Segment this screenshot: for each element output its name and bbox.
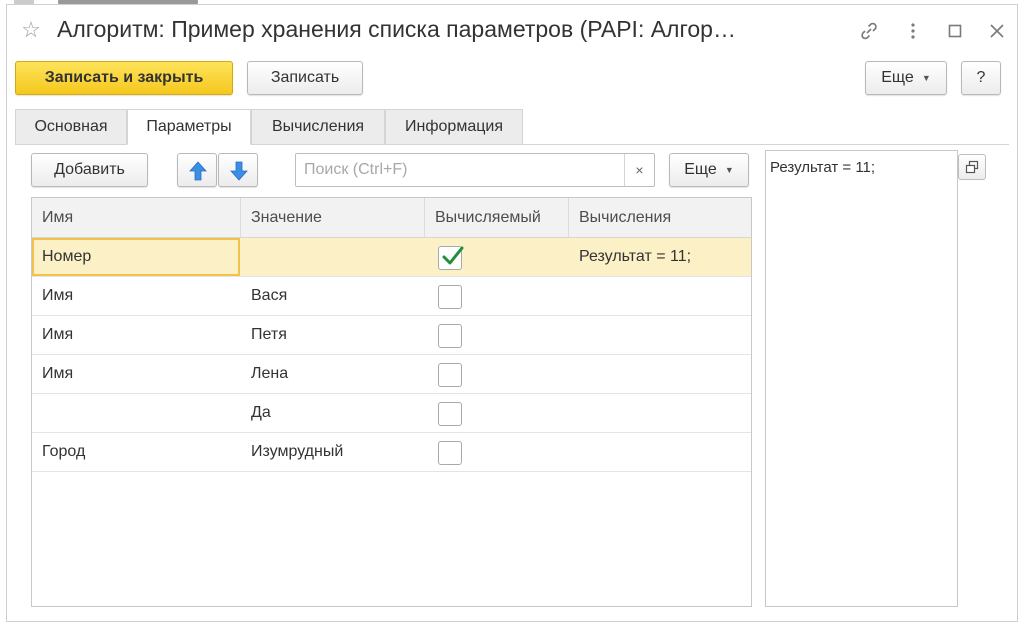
clear-search-button[interactable]: × — [624, 154, 654, 186]
table-more-menu-button[interactable]: Еще ▼ — [669, 153, 749, 187]
parameters-table: Имя Значение Вычисляемый Вычисления Номе… — [31, 197, 752, 607]
table-row[interactable]: Имя Лена — [32, 355, 751, 394]
column-header-calculations[interactable]: Вычисления — [569, 198, 753, 238]
table-row[interactable]: Номер Результат = 11; — [32, 238, 751, 277]
calculation-text: Результат = 11; — [770, 159, 876, 176]
check-icon — [442, 246, 464, 265]
move-up-button[interactable] — [177, 153, 217, 187]
tab-information[interactable]: Информация — [385, 109, 523, 145]
search-field: × — [295, 153, 655, 187]
cell-value[interactable]: Лена — [241, 355, 425, 393]
chevron-down-icon: ▼ — [724, 165, 734, 175]
cell-name[interactable]: Номер — [32, 238, 240, 276]
move-down-button[interactable] — [218, 153, 258, 187]
table-more-label: Еще — [684, 161, 717, 179]
more-menu-button[interactable]: Еще ▼ — [865, 61, 947, 95]
calculation-text-field[interactable]: Результат = 11; — [765, 150, 958, 607]
save-and-close-button[interactable]: Записать и закрыть — [15, 61, 233, 95]
more-vertical-icon[interactable] — [901, 19, 925, 43]
cell-value[interactable]: Да — [241, 394, 425, 432]
table-row[interactable]: Имя Петя — [32, 316, 751, 355]
cell-name[interactable]: Имя — [32, 355, 241, 393]
save-button[interactable]: Записать — [247, 61, 363, 95]
column-header-name[interactable]: Имя — [32, 198, 241, 238]
computed-checkbox[interactable] — [438, 402, 462, 426]
chevron-down-icon: ▼ — [921, 73, 931, 83]
cell-name[interactable]: Город — [32, 433, 241, 471]
computed-checkbox[interactable] — [438, 441, 462, 465]
column-header-value[interactable]: Значение — [241, 198, 425, 238]
link-icon[interactable] — [857, 19, 881, 43]
cell-calculations[interactable] — [569, 277, 753, 315]
table-header: Имя Значение Вычисляемый Вычисления — [32, 198, 751, 238]
table-row[interactable]: Город Изумрудный — [32, 433, 751, 472]
cell-name[interactable]: Имя — [32, 277, 241, 315]
computed-checkbox[interactable] — [438, 324, 462, 348]
tab-calculations[interactable]: Вычисления — [251, 109, 385, 145]
open-editor-button[interactable] — [958, 154, 986, 180]
cell-calculations[interactable] — [569, 394, 753, 432]
cell-value[interactable]: Вася — [241, 277, 425, 315]
cell-calculations[interactable]: Результат = 11; — [569, 238, 753, 276]
add-button[interactable]: Добавить — [31, 153, 148, 187]
arrow-up-icon — [189, 161, 207, 181]
arrow-down-icon — [230, 161, 248, 181]
computed-checkbox[interactable] — [438, 285, 462, 309]
cell-name[interactable]: Имя — [32, 316, 241, 354]
cell-value[interactable]: Изумрудный — [241, 433, 425, 471]
tab-main[interactable]: Основная — [15, 109, 127, 145]
table-row[interactable]: Да — [32, 394, 751, 433]
more-menu-label: Еще — [881, 69, 914, 87]
column-header-computed[interactable]: Вычисляемый — [425, 198, 569, 238]
title-bar: ☆ Алгоритм: Пример хранения списка парам… — [7, 5, 1017, 57]
cell-name[interactable] — [32, 394, 241, 432]
search-input[interactable] — [296, 154, 626, 186]
window-title: Алгоритм: Пример хранения списка парамет… — [57, 16, 736, 42]
computed-checkbox[interactable] — [438, 246, 464, 270]
computed-checkbox[interactable] — [438, 363, 462, 387]
tab-parameters[interactable]: Параметры — [127, 109, 251, 145]
close-icon[interactable] — [985, 19, 1009, 43]
cell-value[interactable]: Петя — [241, 316, 425, 354]
form-window: ☆ Алгоритм: Пример хранения списка парам… — [6, 4, 1018, 622]
open-window-icon — [965, 160, 979, 174]
maximize-icon[interactable] — [943, 19, 967, 43]
favorite-star-icon[interactable]: ☆ — [19, 18, 43, 42]
cell-value[interactable] — [241, 238, 425, 276]
cell-calculations[interactable] — [569, 316, 753, 354]
table-row[interactable]: Имя Вася — [32, 277, 751, 316]
help-button[interactable]: ? — [961, 61, 1001, 95]
cell-calculations[interactable] — [569, 355, 753, 393]
cell-calculations[interactable] — [569, 433, 753, 471]
